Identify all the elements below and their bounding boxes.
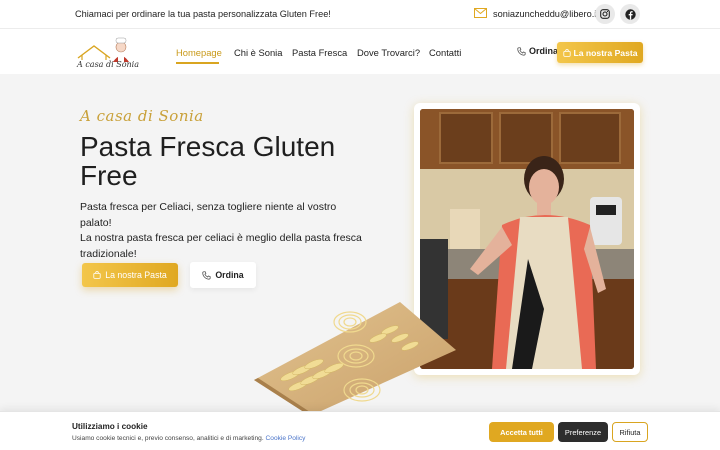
nav-la-nostra-pasta-button[interactable]: La nostra Pasta [557,42,643,63]
mail-icon [474,8,487,18]
nav-item-dove-trovarci[interactable]: Dove Trovarci? [357,47,420,58]
preferences-button[interactable]: Preferenze [558,422,608,442]
hero-description: Pasta fresca per Celiaci, senza togliere… [80,200,370,262]
hero-description-line-2: La nostra pasta fresca per celiaci è meg… [80,232,362,260]
facebook-icon[interactable] [620,4,640,24]
nav-ordina-button[interactable]: Ordina [517,46,558,56]
logo-text: A casa di Sonia [77,60,139,69]
top-bar: Chiamaci per ordinare la tua pasta perso… [0,0,720,29]
pasta-board-image [254,302,456,416]
cookie-policy-link[interactable]: Cookie Policy [266,435,306,442]
nav-item-contatti[interactable]: Contatti [429,47,461,58]
active-menu-underline [176,62,219,64]
hero-ordina-button[interactable]: Ordina [190,262,256,288]
hero-la-nostra-pasta-button[interactable]: La nostra Pasta [82,263,178,287]
hero-ordina-label: Ordina [215,270,244,280]
reject-button[interactable]: Rifiuta [612,422,648,442]
shopping-bag-icon [93,271,101,279]
hero-description-line-1: Pasta fresca per Celiaci, senza togliere… [80,201,337,229]
cookie-text: Usiamo cookie tecnici e, previo consenso… [72,435,305,442]
hero-title: Pasta Fresca Gluten Free [80,131,336,191]
nav-cta-label: La nostra Pasta [573,47,638,58]
hero-cta-label: La nostra Pasta [105,270,167,280]
phone-icon [517,46,526,56]
nav-item-pasta-fresca[interactable]: Pasta Fresca [292,47,347,58]
promo-text: Chiamaci per ordinare la tua pasta perso… [75,9,331,19]
accept-all-button[interactable]: Accetta tutti [489,422,554,442]
cookie-banner: Utilizziamo i cookie Usiamo cookie tecni… [0,411,720,450]
nav-ordina-label: Ordina [529,46,559,56]
nav-item-chi-e-sonia[interactable]: Chi è Sonia [234,47,282,58]
shopping-bag-icon [562,48,571,57]
nav-item-homepage[interactable]: Homepage [176,47,222,58]
hero-script-title: A casa di Sonia [80,107,204,125]
phone-icon [202,270,211,280]
cookie-title: Utilizziamo i cookie [72,422,148,431]
instagram-icon[interactable] [595,4,615,24]
email-link[interactable]: soniazuncheddu@libero.it [493,9,599,19]
cookie-description: Usiamo cookie tecnici e, previo consenso… [72,435,264,442]
